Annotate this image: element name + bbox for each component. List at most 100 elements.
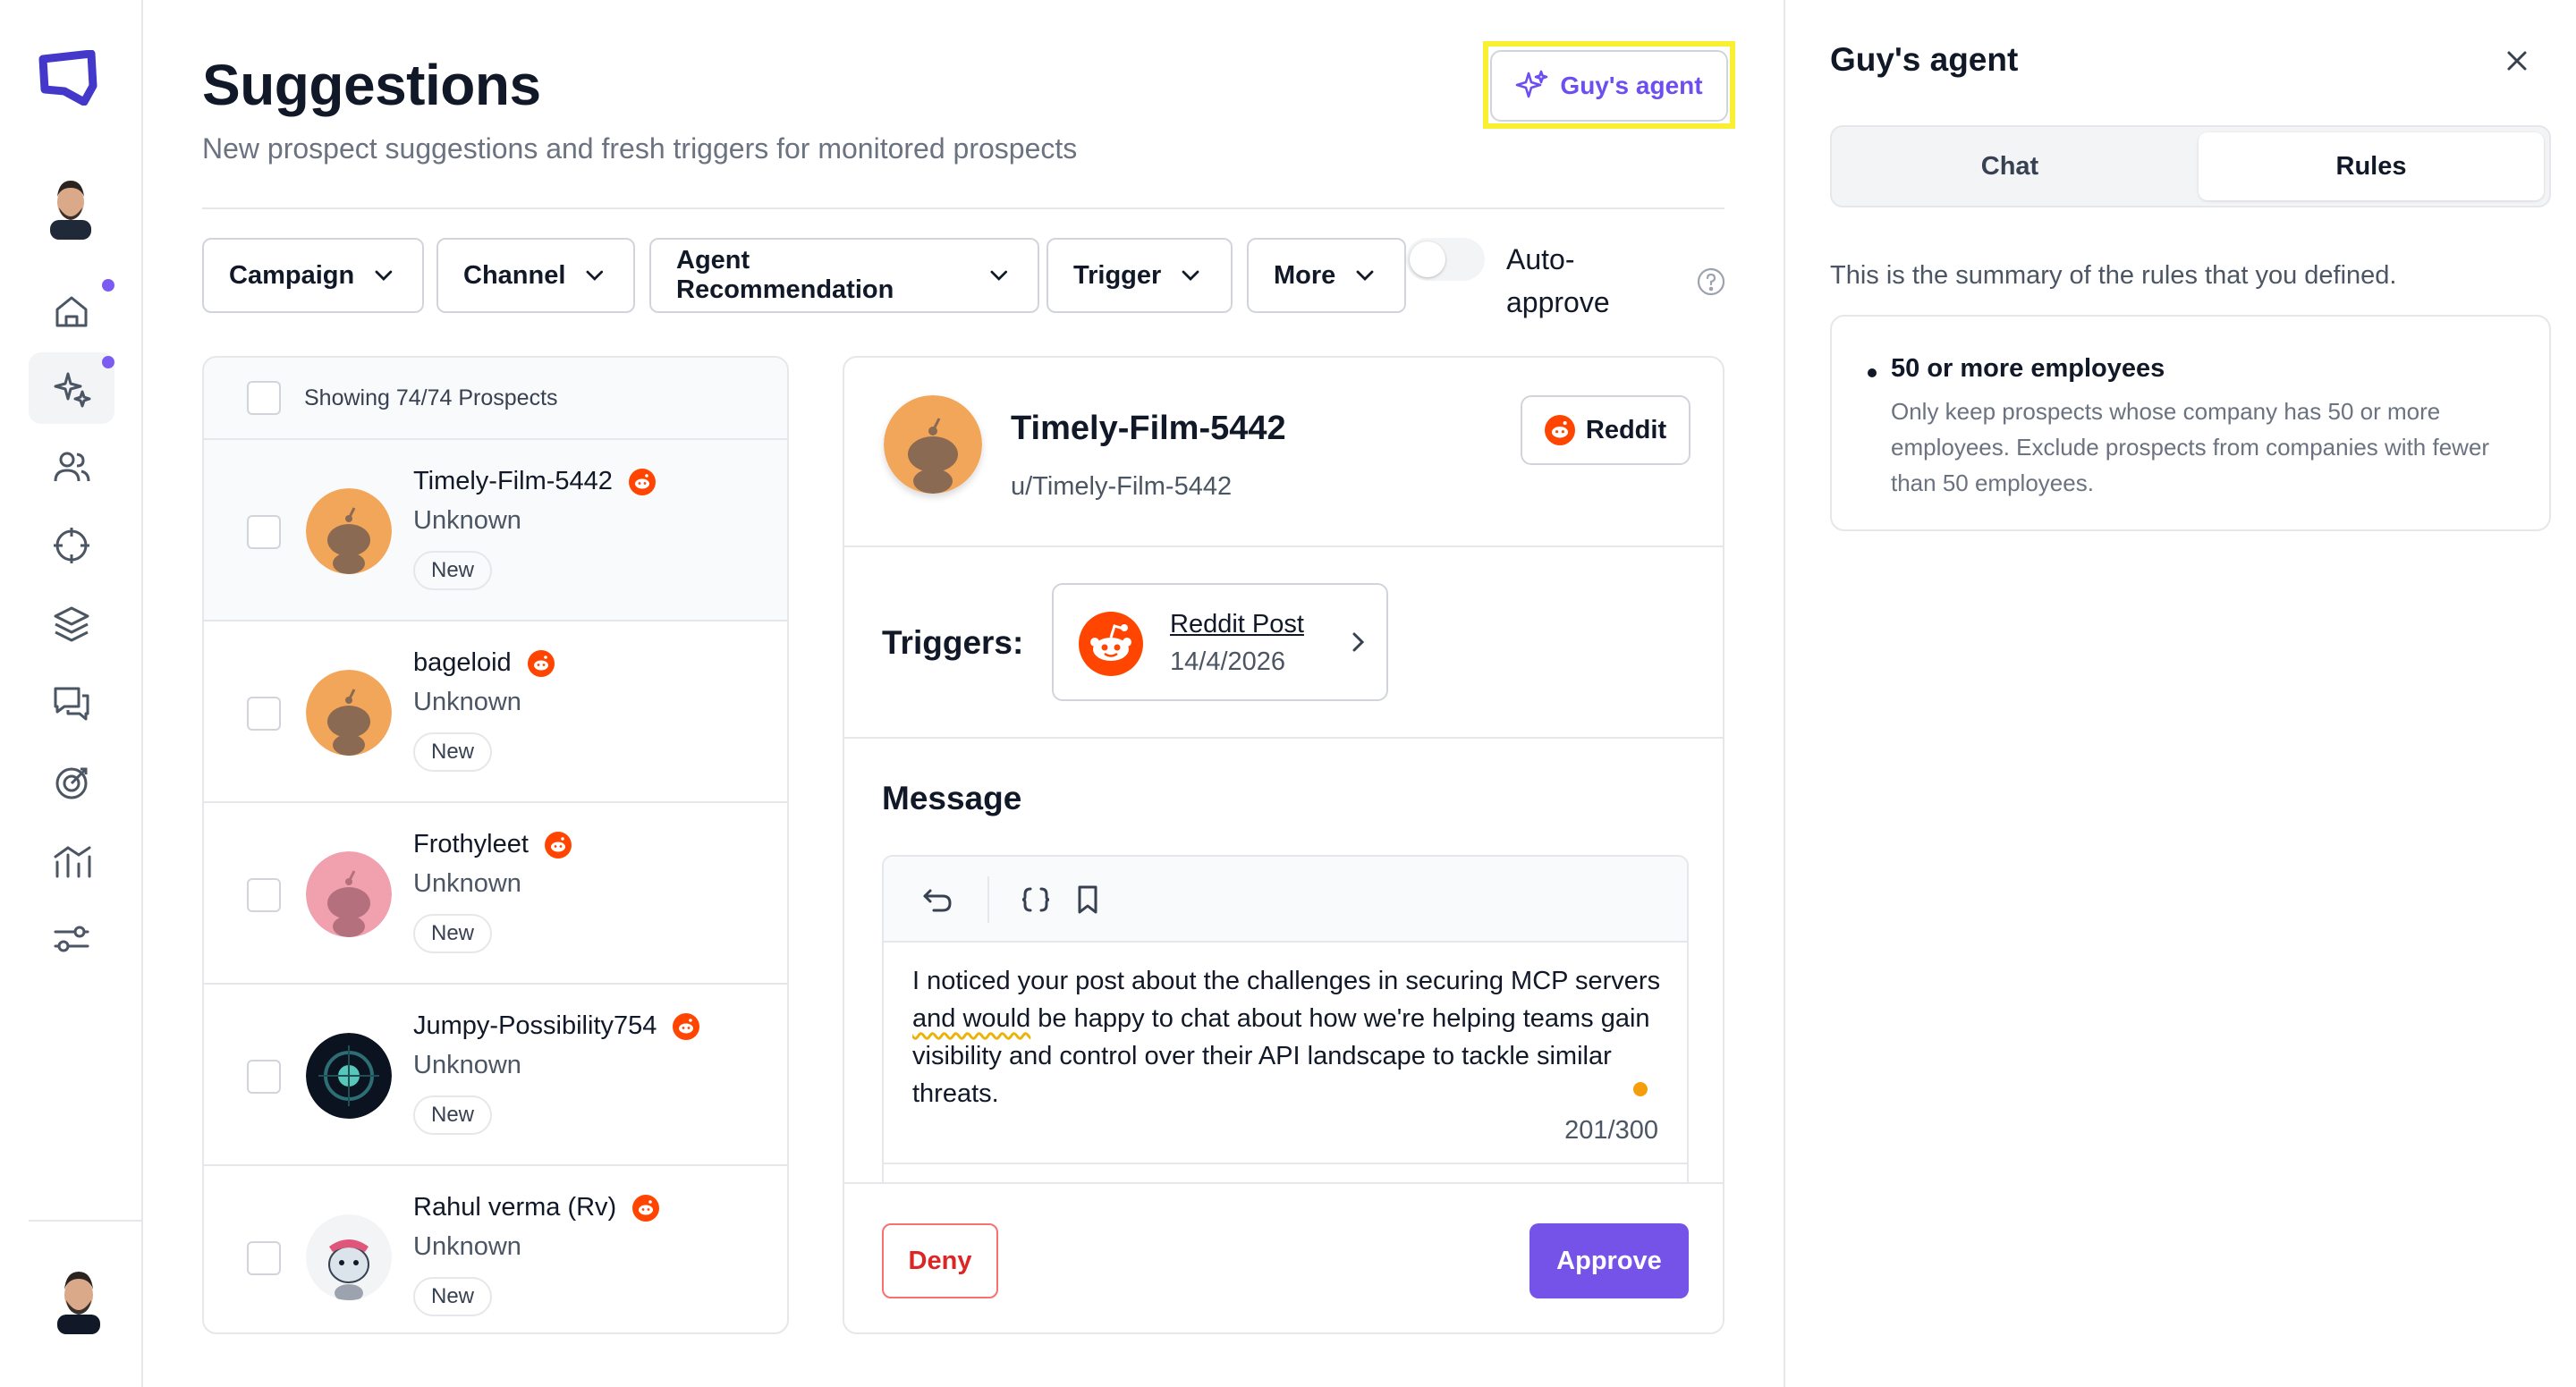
user-avatar[interactable]: [47, 175, 95, 240]
nav-people[interactable]: [29, 431, 114, 503]
trigger-title-link[interactable]: Reddit Post: [1170, 610, 1304, 639]
chevron-down-icon: [990, 270, 1008, 281]
reddit-icon: [673, 1012, 700, 1040]
notification-dot: [102, 356, 114, 368]
prospect-list: Showing 74/74 Prospects Timely-Film-5442…: [202, 356, 789, 1334]
account-avatar[interactable]: [54, 1266, 104, 1334]
agent-recommendation-filter-label: Agent Recommendation: [676, 246, 894, 304]
spellcheck-flagged-text: and would: [912, 1004, 1031, 1033]
reddit-orange-avatar: [306, 488, 392, 574]
select-all-checkbox[interactable]: [247, 381, 281, 415]
home-icon: [55, 296, 88, 327]
message-text[interactable]: I noticed your post about the challenges…: [912, 962, 1664, 1112]
message-editor[interactable]: I noticed your post about the challenges…: [882, 855, 1689, 1231]
prospect-name-row: Timely-Film-5442: [413, 467, 656, 496]
prospect-row[interactable]: Rahul verma (Rv) Unknown New: [204, 1166, 787, 1332]
reddit-icon: [1544, 415, 1575, 445]
prospect-list-header: Showing 74/74 Prospects: [204, 358, 787, 440]
prospect-checkbox[interactable]: [247, 697, 281, 731]
prospect-status: Unknown: [413, 1051, 521, 1079]
nav-targets[interactable]: [29, 510, 114, 581]
approve-button[interactable]: Approve: [1530, 1223, 1689, 1298]
variables-braces-icon[interactable]: [1018, 882, 1054, 918]
prospect-name: Timely-Film-5442: [413, 467, 613, 495]
nav-settings[interactable]: [29, 903, 114, 975]
reddit-pink-avatar: [306, 851, 392, 937]
prospect-checkbox[interactable]: [247, 515, 281, 549]
prospect-status: Unknown: [413, 688, 521, 716]
grammar-indicator-dot[interactable]: [1633, 1082, 1648, 1096]
divider: [884, 1163, 1687, 1164]
tab-rules[interactable]: Rules: [2199, 132, 2544, 200]
chevron-down-icon: [586, 270, 604, 281]
message-label: Message: [882, 780, 1022, 816]
agent-panel: Guy's agent Chat Rules This is the summa…: [1784, 0, 2576, 1387]
users-icon: [54, 452, 90, 482]
trigger-card[interactable]: Reddit Post 14/4/2026: [1052, 583, 1388, 701]
page-title: Suggestions: [202, 53, 541, 117]
sparkles-icon: [1516, 70, 1548, 98]
nav-messages[interactable]: [29, 667, 114, 739]
nav-analytics[interactable]: [29, 825, 114, 896]
more-filter[interactable]: More: [1247, 238, 1406, 313]
messages-icon: [54, 687, 89, 721]
campaign-filter[interactable]: Campaign: [202, 238, 424, 313]
prospect-avatar: [884, 395, 982, 494]
character-count: 201/300: [1564, 1116, 1658, 1145]
prospect-name: Rahul verma (Rv): [413, 1193, 617, 1222]
reddit-icon: [632, 1194, 660, 1222]
channel-filter[interactable]: Channel: [436, 238, 635, 313]
settings-sliders-icon: [54, 926, 89, 952]
prospect-checkbox[interactable]: [247, 1241, 281, 1275]
close-icon[interactable]: [2501, 45, 2533, 77]
auto-approve-label: Auto-approve: [1506, 243, 1610, 318]
deny-button[interactable]: Deny: [882, 1223, 998, 1298]
nav-layers[interactable]: [29, 588, 114, 660]
tab-chat[interactable]: Chat: [1837, 132, 2182, 200]
reddit-orange-avatar: [306, 670, 392, 756]
trigger-date: 14/4/2026: [1170, 647, 1286, 676]
prospect-name-row: Rahul verma (Rv): [413, 1193, 660, 1222]
new-badge: New: [413, 551, 493, 590]
open-agent-button[interactable]: Guy's agent: [1490, 50, 1728, 122]
crosshair-icon: [54, 528, 89, 563]
nav-home[interactable]: [29, 275, 114, 347]
reddit-icon: [628, 468, 656, 495]
reddit-custom-avatar: [306, 1214, 392, 1300]
editor-toolbar: [884, 857, 1687, 943]
trigger-filter[interactable]: Trigger: [1046, 238, 1233, 313]
prospect-row[interactable]: bageloid Unknown New: [204, 622, 787, 803]
sidebar-divider: [29, 1220, 143, 1222]
prospect-name: Frothyleet: [413, 830, 529, 858]
prospect-row[interactable]: Jumpy-Possibility754 Unknown New: [204, 985, 787, 1166]
undo-icon[interactable]: [919, 882, 955, 918]
agent-recommendation-filter[interactable]: Agent Recommendation: [649, 238, 1039, 313]
chevron-down-icon: [1182, 270, 1199, 281]
trigger-filter-label: Trigger: [1073, 260, 1162, 290]
toolbar-separator: [987, 876, 989, 923]
prospect-row[interactable]: Frothyleet Unknown New: [204, 803, 787, 985]
chevron-right-icon: [1352, 632, 1365, 652]
bookmark-icon[interactable]: [1070, 882, 1106, 918]
app-logo-icon[interactable]: [38, 50, 98, 106]
reddit-profile-button[interactable]: Reddit: [1521, 395, 1690, 465]
dark-abstract-avatar: [306, 1033, 392, 1119]
divider: [844, 737, 1723, 739]
nav-goals[interactable]: [29, 746, 114, 817]
reddit-icon: [544, 831, 572, 858]
prospect-checkbox[interactable]: [247, 878, 281, 912]
rule-title: 50 or more employees: [1891, 354, 2165, 383]
prospect-name: bageloid: [413, 648, 512, 677]
page-subtitle: New prospect suggestions and fresh trigg…: [202, 132, 1078, 165]
help-icon[interactable]: [1696, 266, 1726, 297]
new-badge: New: [413, 914, 493, 953]
panel-title: Guy's agent: [1830, 41, 2019, 78]
new-badge: New: [413, 1277, 493, 1316]
panel-tabs: Chat Rules: [1830, 125, 2551, 207]
prospect-status: Unknown: [413, 506, 521, 535]
prospect-checkbox[interactable]: [247, 1060, 281, 1094]
prospect-row[interactable]: Timely-Film-5442 Unknown New: [204, 440, 787, 622]
auto-approve-toggle[interactable]: [1406, 238, 1485, 281]
platform-label: Reddit: [1585, 415, 1667, 444]
nav-suggestions[interactable]: [29, 352, 114, 424]
